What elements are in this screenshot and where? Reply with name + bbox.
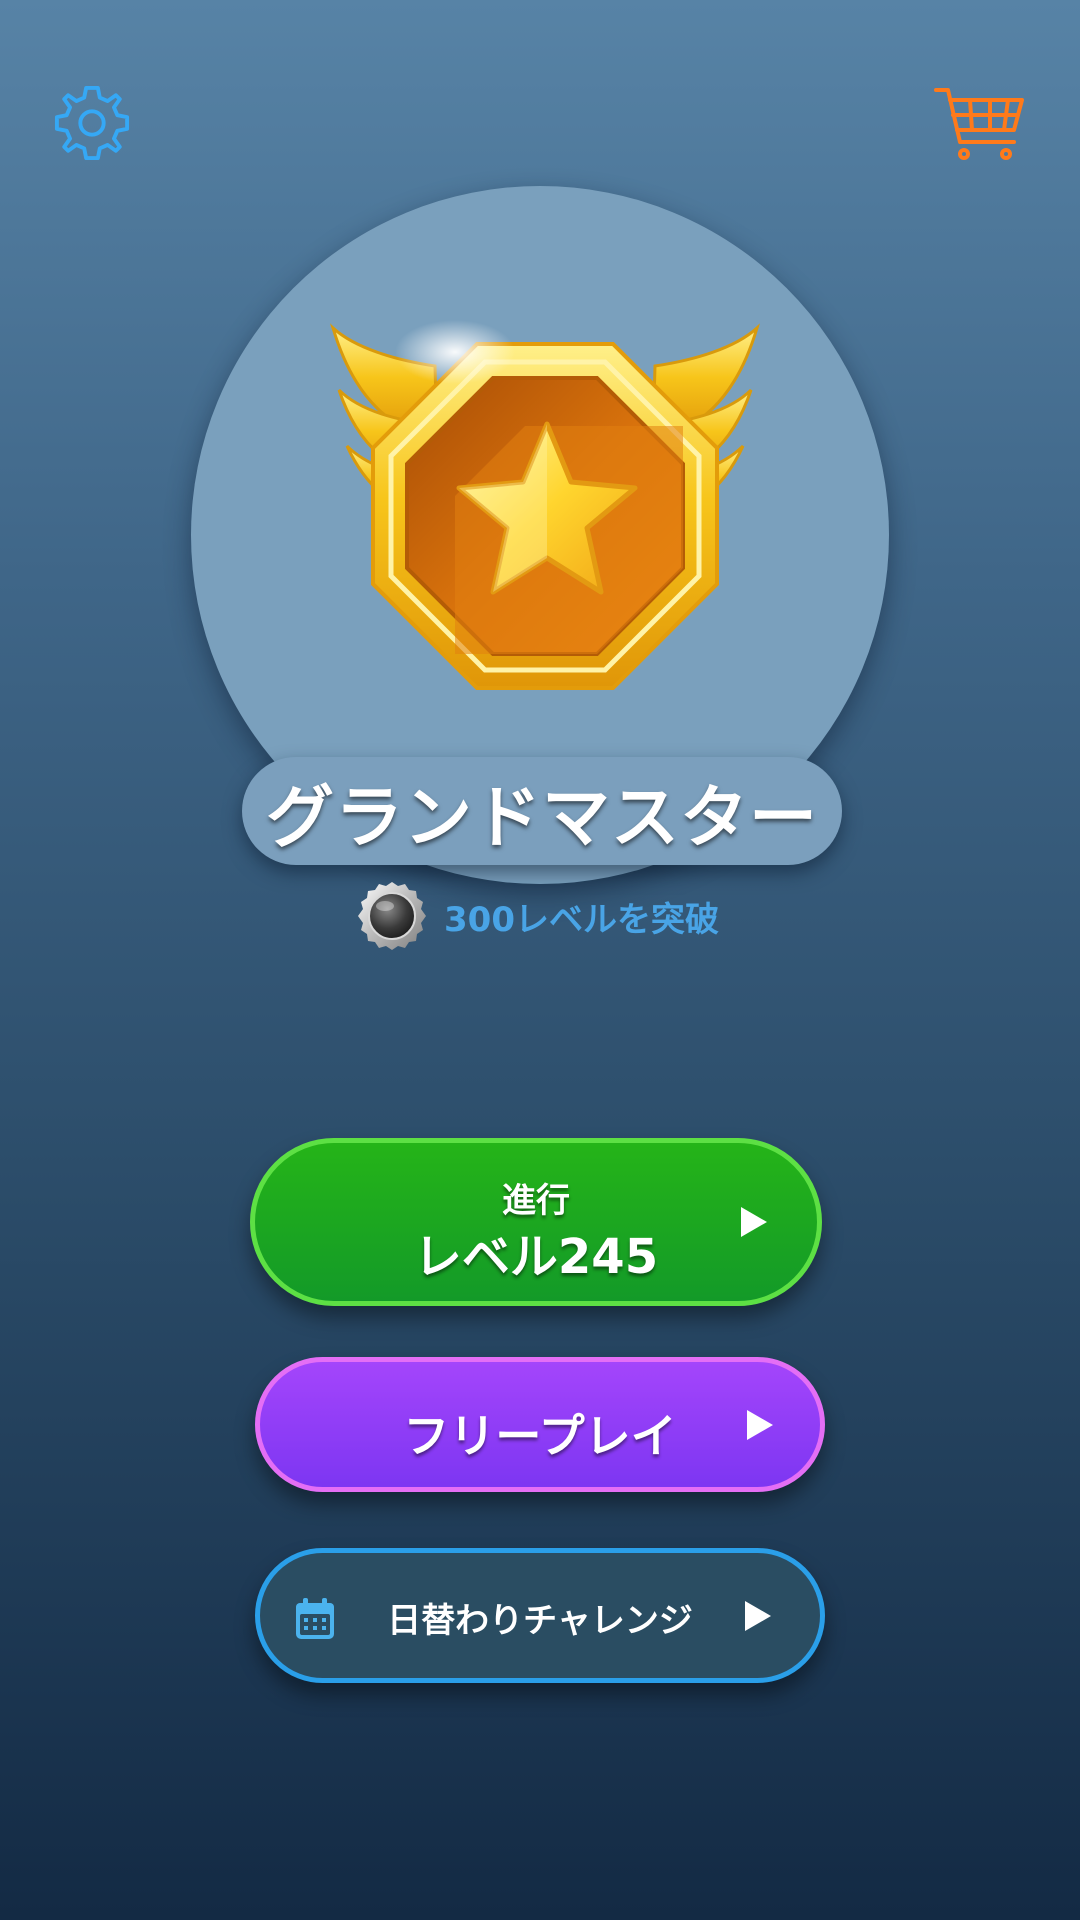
achievement-row: 300レベルを突破 — [356, 880, 719, 952]
play-icon — [743, 1599, 773, 1633]
play-icon — [745, 1408, 775, 1442]
rank-title: グランドマスター — [242, 757, 842, 865]
daily-challenge-label: 日替わりチャレンジ — [387, 1601, 693, 1641]
current-level-label: レベル245 — [413, 1229, 659, 1285]
continue-level-button[interactable]: 進行 レベル245 — [250, 1138, 822, 1306]
winged-star-medal-icon — [325, 320, 765, 702]
shopping-cart-icon — [934, 88, 1024, 160]
silver-coin-icon — [356, 880, 428, 952]
achievement-text: 300レベルを突破 — [444, 899, 719, 940]
daily-challenge-button[interactable]: 日替わりチャレンジ — [255, 1548, 825, 1683]
settings-button[interactable] — [53, 84, 131, 162]
gear-icon — [54, 85, 130, 161]
shop-button[interactable] — [934, 84, 1026, 162]
progress-label: 進行 — [502, 1181, 570, 1221]
free-play-button[interactable]: フリープレイ — [255, 1357, 825, 1492]
free-play-label: フリープレイ — [403, 1409, 677, 1463]
play-icon — [739, 1205, 769, 1239]
